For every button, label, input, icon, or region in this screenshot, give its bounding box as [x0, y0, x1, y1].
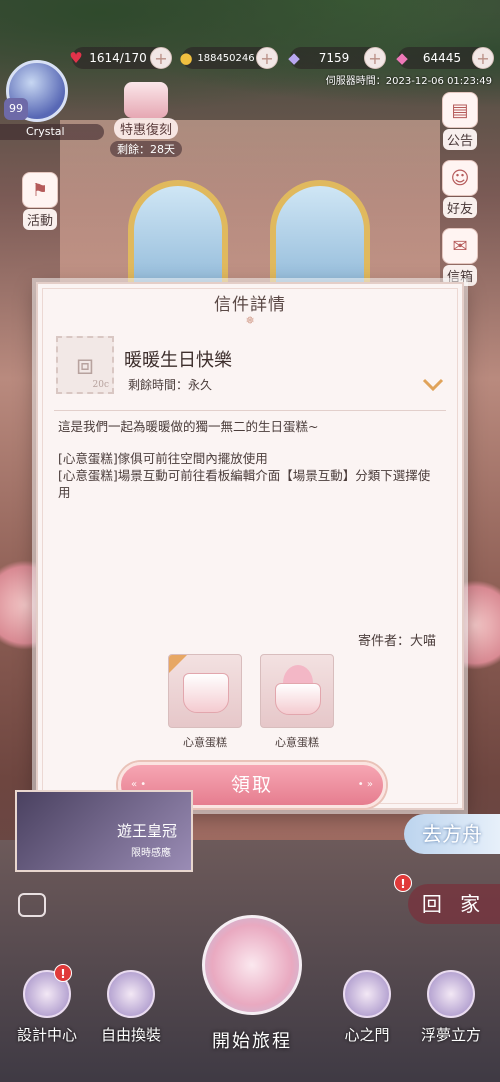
stamp-value: 20c [92, 380, 110, 390]
chevron-down-icon[interactable] [422, 378, 444, 392]
banner-title: 遊王皇冠 [116, 822, 177, 840]
friends-button[interactable]: ☺ 好友 [436, 160, 484, 218]
cake-icon [202, 915, 302, 1015]
add-coins-button[interactable]: + [256, 47, 278, 69]
crystal-icon: ◆ [288, 49, 300, 67]
gift-box-icon [124, 82, 168, 118]
divider [54, 410, 446, 411]
person-icon: ☺ [442, 160, 478, 196]
cake-item-icon [168, 654, 242, 728]
chat-icon[interactable] [18, 893, 46, 917]
flag-icon: ⚑ [22, 172, 58, 208]
nav-heart-gate[interactable]: 心之門 [322, 970, 412, 1045]
promo-label: 特惠復刻 [113, 118, 178, 139]
add-diamonds-button[interactable]: + [472, 47, 494, 69]
go-home-button[interactable]: 回 家 [408, 884, 500, 924]
add-stamina-button[interactable]: + [150, 47, 172, 69]
go-to-ark-button[interactable]: 去方舟 [404, 814, 500, 854]
notification-badge: ! [54, 964, 72, 982]
mail-detail-dialog: 信件詳情 ❅ ⧈ 20c 暖暖生日快樂 剩餘時間：永久 這是我們一起為暖暖做的獨… [36, 282, 464, 810]
attachment-label: 心意蛋糕 [183, 736, 227, 749]
event-banner[interactable]: 遊王皇冠 限時感應 [15, 790, 193, 872]
envelope-icon: ✉ [442, 228, 478, 264]
mail-remaining-time: 剩餘時間：永久 [128, 378, 213, 392]
nav-free-dressup[interactable]: 自由換裝 [86, 970, 176, 1045]
diamond-icon: ◆ [396, 49, 408, 67]
mail-note-1: [心意蛋糕]傢俱可前往空間內擺放使用 [58, 451, 268, 466]
diamonds-counter: ◆ 64445 + [396, 47, 494, 69]
mail-title: 暖暖生日快樂 [124, 350, 232, 371]
dress-icon [107, 970, 155, 1018]
mail-note-2: [心意蛋糕]場景互動可前往看板編輯介面【場景互動】分類下選擇使用 [58, 468, 431, 500]
bulletin-board-icon: ▤ [442, 92, 478, 128]
mail-message: 這是我們一起為暖暖做的獨一無二的生日蛋糕~ [58, 419, 319, 434]
server-time: 伺服器時間：2023-12-06 01:23:49 [325, 76, 492, 87]
promo-rerun-button[interactable]: 特惠復刻 剩餘：28天 [108, 82, 184, 157]
cake-doll-item-icon [260, 654, 334, 728]
cube-icon [427, 970, 475, 1018]
player-level: 99 [4, 98, 28, 120]
banner-subtitle: 限時感應 [131, 848, 171, 859]
coins-counter: ● 188450246 + [179, 47, 278, 69]
coin-cat-icon: ● [179, 49, 193, 67]
attachment-label: 心意蛋糕 [275, 736, 319, 749]
heart-icon: ♥ [69, 49, 83, 67]
gift-stamp: ⧈ 20c [56, 336, 114, 394]
attachment-item[interactable]: 心意蛋糕 [168, 654, 242, 750]
player-name: Crystal [0, 124, 104, 140]
snowflake-ornament-icon: ❅ [245, 314, 255, 327]
nav-dream-cube[interactable]: 浮夢立方 [406, 970, 496, 1045]
add-crystals-button[interactable]: + [364, 47, 386, 69]
nav-design-center[interactable]: 設計中心 [2, 970, 92, 1045]
heart-gate-icon [343, 970, 391, 1018]
attachment-item[interactable]: 心意蛋糕 [260, 654, 334, 750]
notification-badge: ! [394, 874, 412, 892]
announcement-button[interactable]: ▤ 公告 [436, 92, 484, 150]
start-journey-button[interactable]: 開始旅程 [198, 915, 306, 1053]
stamina-counter: ♥ 1614/170 + [69, 47, 172, 69]
dialog-title: 信件詳情 [214, 295, 286, 315]
activity-button[interactable]: ⚑ 活動 [16, 172, 64, 230]
gift-icon: ⧈ [76, 348, 94, 381]
mailbox-button[interactable]: ✉ 信箱 [436, 228, 484, 286]
crystals-counter: ◆ 7159 + [288, 47, 386, 69]
mail-sender: 寄件者：大喵 [357, 634, 436, 649]
promo-remaining: 剩餘：28天 [110, 141, 182, 157]
